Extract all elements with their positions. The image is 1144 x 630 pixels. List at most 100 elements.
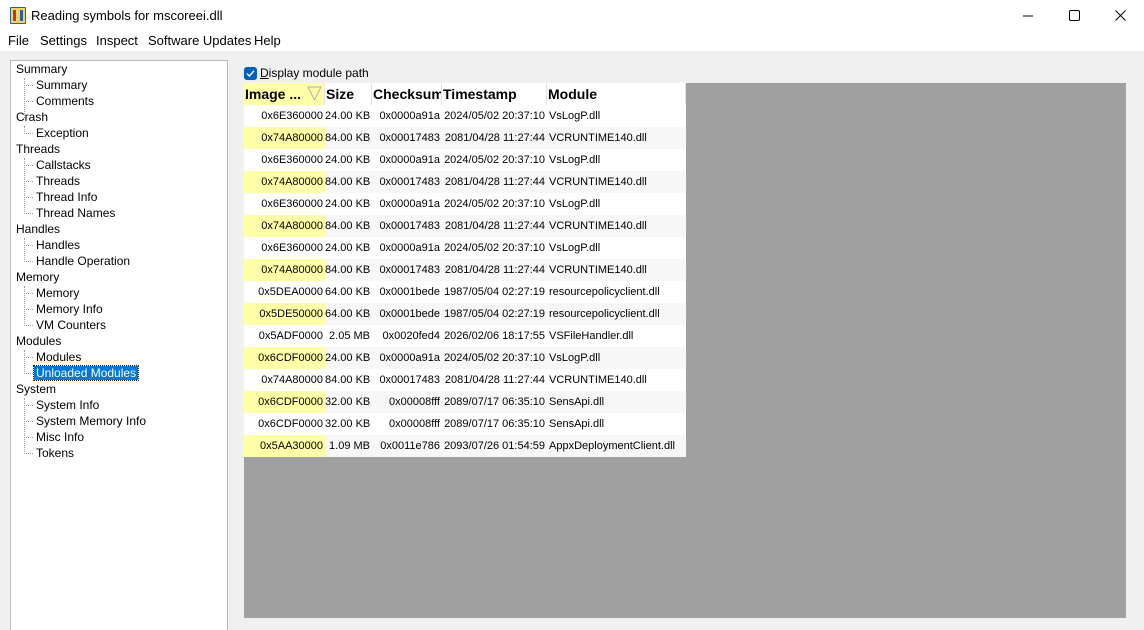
- table-row[interactable]: 0x74A80000 84.00 KB 0x00017483 2081/04/28 1…: [244, 259, 686, 281]
- tree-item-exception[interactable]: Exception: [24, 126, 91, 141]
- tree-item-misc-info[interactable]: Misc Info: [24, 430, 86, 445]
- cell-module: VsLogP.dll: [549, 154, 601, 166]
- column-header-image-base[interactable]: Image ...: [244, 83, 325, 105]
- tree-item-system-info[interactable]: System Info: [24, 398, 101, 413]
- tree-item-system-memory-info[interactable]: System Memory Info: [24, 414, 148, 429]
- table-row[interactable]: 0x74A80000 84.00 KB 0x00017483 2081/04/28 1…: [244, 127, 686, 149]
- table-row[interactable]: 0x6CDF0000 32.00 KB 0x00008fff 2089/07/17 0…: [244, 391, 686, 413]
- table-row[interactable]: 0x5DE50000 64.00 KB 0x0001bede 1987/05/04 0…: [244, 303, 686, 325]
- tree-item-threads[interactable]: Threads: [24, 174, 82, 189]
- menu-help[interactable]: Help: [254, 33, 281, 48]
- close-icon: [1114, 10, 1126, 21]
- minimize-button[interactable]: [1005, 0, 1051, 31]
- tree-item-label: Thread Names: [36, 206, 116, 220]
- tree-item-summary[interactable]: Summary: [24, 78, 89, 93]
- tree-group-memory[interactable]: Memory: [16, 270, 59, 285]
- cell-checksum: 0x0001bede: [379, 286, 440, 298]
- app-icon: [10, 7, 26, 24]
- table-row[interactable]: 0x6E360000 24.00 KB 0x0000a91a 2024/05/02 2…: [244, 105, 686, 127]
- cell-timestamp: 2024/05/02 20:37:10: [444, 154, 545, 166]
- column-header-checksum[interactable]: Checksum: [372, 83, 442, 105]
- column-header-label: Image ...: [245, 86, 302, 102]
- cell-module: AppxDeploymentClient.dll: [549, 440, 675, 452]
- minimize-icon: [1023, 15, 1033, 16]
- tree-item-label: Callstacks: [36, 158, 91, 172]
- title-bar[interactable]: Reading symbols for mscoreei.dll: [0, 0, 1144, 31]
- table-row[interactable]: 0x6E360000 24.00 KB 0x0000a91a 2024/05/02 2…: [244, 149, 686, 171]
- cell-module: VCRUNTIME140.dll: [549, 176, 647, 188]
- cell-checksum: 0x00017483: [379, 264, 440, 276]
- cell-size: 32.00 KB: [325, 396, 371, 408]
- cell-image-base: 0x74A80000: [244, 259, 325, 281]
- maximize-button[interactable]: [1051, 0, 1097, 31]
- cell-module: VCRUNTIME140.dll: [549, 374, 647, 386]
- tree-item-label: Comments: [36, 94, 95, 108]
- cell-timestamp: 2081/04/28 11:27:44: [444, 176, 545, 188]
- cell-checksum: 0x00017483: [379, 220, 440, 232]
- column-header-module[interactable]: Module: [547, 83, 686, 105]
- table-row[interactable]: 0x74A80000 84.00 KB 0x00017483 2081/04/28 1…: [244, 171, 686, 193]
- sort-descending-icon: [307, 86, 322, 101]
- tree-group-system[interactable]: System: [16, 382, 56, 397]
- navigation-tree[interactable]: Summary Summary Comments Crash Exception…: [10, 60, 228, 630]
- tree-item-handle-operation[interactable]: Handle Operation: [24, 254, 132, 269]
- tree-item-comments[interactable]: Comments: [24, 94, 96, 109]
- cell-module: VCRUNTIME140.dll: [549, 264, 647, 276]
- cell-size: 2.05 MB: [329, 330, 370, 342]
- menu-bar: File Settings Inspect Software Updates H…: [0, 31, 1144, 51]
- tree-item-handles[interactable]: Handles: [24, 238, 82, 253]
- tree-item-memory[interactable]: Memory: [24, 286, 81, 301]
- menu-software-updates[interactable]: Software Updates: [148, 33, 251, 48]
- cell-size: 24.00 KB: [325, 242, 371, 254]
- cell-size: 64.00 KB: [325, 286, 371, 298]
- cell-checksum: 0x00008fff: [389, 396, 440, 408]
- tree-group-summary[interactable]: Summary: [16, 62, 67, 77]
- tree-item-callstacks[interactable]: Callstacks: [24, 158, 93, 173]
- table-row[interactable]: 0x74A80000 84.00 KB 0x00017483 2081/04/28 1…: [244, 215, 686, 237]
- tree-item-memory-info[interactable]: Memory Info: [24, 302, 105, 317]
- tree-item-thread-info[interactable]: Thread Info: [24, 190, 99, 205]
- cell-timestamp: 2081/04/28 11:27:44: [444, 374, 545, 386]
- table-row[interactable]: 0x5AA30000 1.09 MB 0x0011e786 2093/07/26 01…: [244, 435, 686, 457]
- column-header-size[interactable]: Size: [325, 83, 372, 105]
- tree-item-label: Misc Info: [36, 430, 85, 444]
- table-row[interactable]: 0x6CDF0000 32.00 KB 0x00008fff 2089/07/17 0…: [244, 413, 686, 435]
- tree-item-label: Tokens: [36, 446, 75, 460]
- cell-module: VsLogP.dll: [549, 198, 601, 210]
- tree-item-thread-names[interactable]: Thread Names: [24, 206, 117, 221]
- display-module-path-checkbox[interactable]: [244, 66, 257, 80]
- cell-image-base: 0x74A80000: [244, 171, 325, 193]
- tree-item-unloaded-modules[interactable]: Unloaded Modules: [24, 365, 140, 381]
- close-button[interactable]: [1097, 0, 1143, 31]
- cell-image-base: 0x74A80000: [244, 215, 325, 237]
- tree-group-threads[interactable]: Threads: [16, 142, 60, 157]
- table-row[interactable]: 0x74A80000 84.00 KB 0x00017483 2081/04/28 1…: [244, 369, 686, 391]
- cell-module: VCRUNTIME140.dll: [549, 220, 647, 232]
- menu-settings[interactable]: Settings: [40, 33, 87, 48]
- tree-connector: [24, 238, 25, 262]
- cell-image-base: 0x6CDF0000: [244, 347, 325, 369]
- tree-group-crash[interactable]: Crash: [16, 110, 48, 125]
- tree-item-label: Thread Info: [36, 190, 98, 204]
- modules-grid-area[interactable]: Image ... Size Checksum Timestamp Module…: [244, 83, 1126, 618]
- table-row[interactable]: 0x6E360000 24.00 KB 0x0000a91a 2024/05/02 2…: [244, 237, 686, 259]
- cell-size: 64.00 KB: [325, 308, 371, 320]
- cell-module: resourcepolicyclient.dll: [549, 308, 660, 320]
- table-row[interactable]: 0x6CDF0000 24.00 KB 0x0000a91a 2024/05/02 2…: [244, 347, 686, 369]
- unloaded-modules-table[interactable]: Image ... Size Checksum Timestamp Module…: [244, 83, 686, 457]
- tree-item-tokens[interactable]: Tokens: [24, 446, 76, 461]
- tree-connector: [24, 398, 25, 454]
- table-row[interactable]: 0x5DEA0000 64.00 KB 0x0001bede 1987/05/04 0…: [244, 281, 686, 303]
- tree-item-vm-counters[interactable]: VM Counters: [24, 318, 108, 333]
- display-module-path-option[interactable]: Display module path: [244, 65, 369, 81]
- column-header-timestamp[interactable]: Timestamp: [442, 83, 547, 105]
- cell-size: 84.00 KB: [325, 220, 371, 232]
- menu-inspect[interactable]: Inspect: [96, 33, 138, 48]
- menu-file[interactable]: File: [8, 33, 29, 48]
- table-row[interactable]: 0x5ADF0000 2.05 MB 0x0020fed4 2026/02/06 18…: [244, 325, 686, 347]
- table-row[interactable]: 0x6E360000 24.00 KB 0x0000a91a 2024/05/02 2…: [244, 193, 686, 215]
- tree-group-modules[interactable]: Modules: [16, 334, 61, 349]
- tree-group-handles[interactable]: Handles: [16, 222, 60, 237]
- tree-item-modules[interactable]: Modules: [24, 350, 83, 365]
- cell-module: VSFileHandler.dll: [549, 330, 634, 342]
